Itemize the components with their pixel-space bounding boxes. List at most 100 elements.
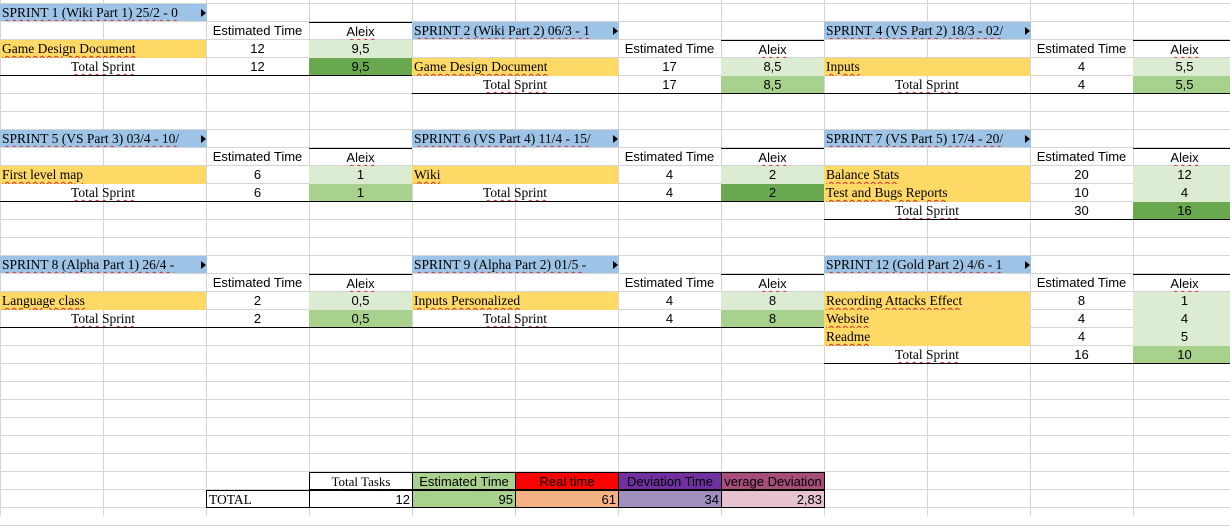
sprint-3-aleix-header[interactable]: Aleix xyxy=(1133,40,1230,58)
sprint-1-total-label[interactable]: Total Sprint xyxy=(0,58,206,76)
sprint-8-estimated-time-header[interactable]: Estimated Time xyxy=(618,274,721,292)
sprint-4-task-name[interactable]: First level map xyxy=(0,166,206,184)
sprint-9-estimated-time-header[interactable]: Estimated Time xyxy=(1030,274,1133,292)
sprint-3-task-name[interactable]: Inputs xyxy=(824,58,1030,76)
sprint-1-total-aleix[interactable]: 9,5 xyxy=(309,58,412,76)
sprint-4-estimated-time-header[interactable]: Estimated Time xyxy=(206,148,309,166)
sprint-8-title[interactable]: SPRINT 9 (Alpha Part 2) 01/5 - xyxy=(412,256,619,273)
sprint-7-total-estimated[interactable]: 2 xyxy=(206,310,309,328)
summary-header-3[interactable]: Real time xyxy=(515,472,619,490)
sprint-3-task-estimated[interactable]: 4 xyxy=(1030,58,1133,76)
sprint-6-total-aleix[interactable]: 16 xyxy=(1133,202,1230,220)
sprint-4-total-label[interactable]: Total Sprint xyxy=(0,184,206,202)
summary-value-5[interactable]: 2,83 xyxy=(721,490,825,508)
sprint-1-total-estimated[interactable]: 12 xyxy=(206,58,309,76)
sprint-5-task-name[interactable]: Wiki xyxy=(412,166,618,184)
sprint-6-task-estimated[interactable]: 20 xyxy=(1030,166,1133,184)
sprint-5-task-aleix[interactable]: 2 xyxy=(721,166,824,184)
sprint-7-task-estimated[interactable]: 2 xyxy=(206,292,309,310)
sprint-6-task-name[interactable]: Test and Bugs Reports xyxy=(824,184,1030,202)
sprint-6-task-aleix[interactable]: 4 xyxy=(1133,184,1230,202)
sprint-2-task-aleix[interactable]: 8,5 xyxy=(721,58,824,76)
sprint-3-total-estimated[interactable]: 4 xyxy=(1030,76,1133,94)
sprint-9-task-name[interactable]: Recording Attacks Effect xyxy=(824,292,1030,310)
sprint-8-task-estimated[interactable]: 4 xyxy=(618,292,721,310)
sprint-6-task-estimated[interactable]: 10 xyxy=(1030,184,1133,202)
sprint-9-total-estimated[interactable]: 16 xyxy=(1030,346,1133,364)
summary-total-label[interactable]: TOTAL xyxy=(206,490,310,508)
sprint-1-title[interactable]: SPRINT 1 (Wiki Part 1) 25/2 - 0 xyxy=(0,4,207,21)
sprint-9-total-label[interactable]: Total Sprint xyxy=(824,346,1030,364)
sprint-5-task-estimated[interactable]: 4 xyxy=(618,166,721,184)
sprint-8-total-estimated[interactable]: 4 xyxy=(618,310,721,328)
sprint-6-task-aleix[interactable]: 12 xyxy=(1133,166,1230,184)
summary-header-4[interactable]: Deviation Time xyxy=(618,472,722,490)
sprint-2-total-aleix[interactable]: 8,5 xyxy=(721,76,824,94)
sprint-8-total-label[interactable]: Total Sprint xyxy=(412,310,618,328)
sprint-3-task-aleix[interactable]: 5,5 xyxy=(1133,58,1230,76)
sprint-7-aleix-header[interactable]: Aleix xyxy=(309,274,412,292)
summary-header-5[interactable]: verage Deviation xyxy=(721,472,825,490)
sprint-9-aleix-header[interactable]: Aleix xyxy=(1133,274,1230,292)
sprint-4-total-estimated[interactable]: 6 xyxy=(206,184,309,202)
sprint-1-aleix-header[interactable]: Aleix xyxy=(309,22,412,40)
sprint-2-aleix-header[interactable]: Aleix xyxy=(721,40,824,58)
sprint-1-task-estimated[interactable]: 12 xyxy=(206,40,309,58)
sprint-5-total-estimated[interactable]: 4 xyxy=(618,184,721,202)
sprint-3-total-aleix[interactable]: 5,5 xyxy=(1133,76,1230,94)
sprint-7-total-label[interactable]: Total Sprint xyxy=(0,310,206,328)
sprint-3-title[interactable]: SPRINT 4 (VS Part 2) 18/3 - 02/ xyxy=(824,22,1031,39)
sprint-9-total-aleix[interactable]: 10 xyxy=(1133,346,1230,364)
spreadsheet-grid[interactable]: SPRINT 1 (Wiki Part 1) 25/2 - 0 Estimated… xyxy=(0,0,1230,526)
sprint-9-task-name[interactable]: Readme xyxy=(824,328,1030,346)
sprint-9-task-aleix[interactable]: 1 xyxy=(1133,292,1230,310)
sprint-8-total-aleix[interactable]: 8 xyxy=(721,310,824,328)
sprint-5-total-aleix[interactable]: 2 xyxy=(721,184,824,202)
sprint-9-task-estimated[interactable]: 4 xyxy=(1030,310,1133,328)
sprint-7-task-aleix[interactable]: 0,5 xyxy=(309,292,412,310)
sprint-8-task-aleix[interactable]: 8 xyxy=(721,292,824,310)
sprint-2-total-estimated[interactable]: 17 xyxy=(618,76,721,94)
sprint-6-aleix-header[interactable]: Aleix xyxy=(1133,148,1230,166)
summary-value-2[interactable]: 95 xyxy=(412,490,516,508)
summary-value-1[interactable]: 12 xyxy=(309,490,413,508)
sprint-2-title[interactable]: SPRINT 2 (Wiki Part 2) 06/3 - 1 xyxy=(412,22,619,39)
sprint-2-task-name[interactable]: Game Design Document xyxy=(412,58,618,76)
sprint-6-estimated-time-header[interactable]: Estimated Time xyxy=(1030,148,1133,166)
sprint-9-task-aleix[interactable]: 4 xyxy=(1133,310,1230,328)
sprint-2-task-estimated[interactable]: 17 xyxy=(618,58,721,76)
summary-value-4[interactable]: 34 xyxy=(618,490,722,508)
sprint-5-estimated-time-header[interactable]: Estimated Time xyxy=(618,148,721,166)
sprint-3-total-label[interactable]: Total Sprint xyxy=(824,76,1030,94)
sprint-5-title[interactable]: SPRINT 6 (VS Part 4) 11/4 - 15/ xyxy=(412,130,619,147)
sprint-7-task-name[interactable]: Language class xyxy=(0,292,206,310)
sprint-9-title[interactable]: SPRINT 12 (Gold Part 2) 4/6 - 1 xyxy=(824,256,1031,273)
sprint-4-task-aleix[interactable]: 1 xyxy=(309,166,412,184)
sprint-5-total-label[interactable]: Total Sprint xyxy=(412,184,618,202)
sprint-6-total-label[interactable]: Total Sprint xyxy=(824,202,1030,220)
sprint-7-estimated-time-header[interactable]: Estimated Time xyxy=(206,274,309,292)
sprint-1-estimated-time-header[interactable]: Estimated Time xyxy=(206,22,309,40)
sprint-3-estimated-time-header[interactable]: Estimated Time xyxy=(1030,40,1133,58)
summary-header-1[interactable]: Total Tasks xyxy=(309,472,413,490)
sprint-9-task-aleix[interactable]: 5 xyxy=(1133,328,1230,346)
sprint-4-title[interactable]: SPRINT 5 (VS Part 3) 03/4 - 10/ xyxy=(0,130,207,147)
sprint-1-task-aleix[interactable]: 9,5 xyxy=(309,40,412,58)
sprint-7-total-aleix[interactable]: 0,5 xyxy=(309,310,412,328)
sprint-9-task-name[interactable]: Website xyxy=(824,310,1030,328)
sprint-8-task-name[interactable]: Inputs Personalized xyxy=(412,292,618,310)
sprint-4-aleix-header[interactable]: Aleix xyxy=(309,148,412,166)
sprint-5-aleix-header[interactable]: Aleix xyxy=(721,148,824,166)
sprint-9-task-estimated[interactable]: 4 xyxy=(1030,328,1133,346)
sprint-2-estimated-time-header[interactable]: Estimated Time xyxy=(618,40,721,58)
sprint-1-task-name[interactable]: Game Design Document xyxy=(0,40,206,58)
summary-value-3[interactable]: 61 xyxy=(515,490,619,508)
sprint-6-title[interactable]: SPRINT 7 (VS Part 5) 17/4 - 20/ xyxy=(824,130,1031,147)
sprint-7-title[interactable]: SPRINT 8 (Alpha Part 1) 26/4 - xyxy=(0,256,207,273)
sprint-4-task-estimated[interactable]: 6 xyxy=(206,166,309,184)
sprint-6-task-name[interactable]: Balance Stats xyxy=(824,166,1030,184)
summary-header-2[interactable]: Estimated Time xyxy=(412,472,516,490)
sprint-8-aleix-header[interactable]: Aleix xyxy=(721,274,824,292)
sprint-4-total-aleix[interactable]: 1 xyxy=(309,184,412,202)
sprint-9-task-estimated[interactable]: 8 xyxy=(1030,292,1133,310)
